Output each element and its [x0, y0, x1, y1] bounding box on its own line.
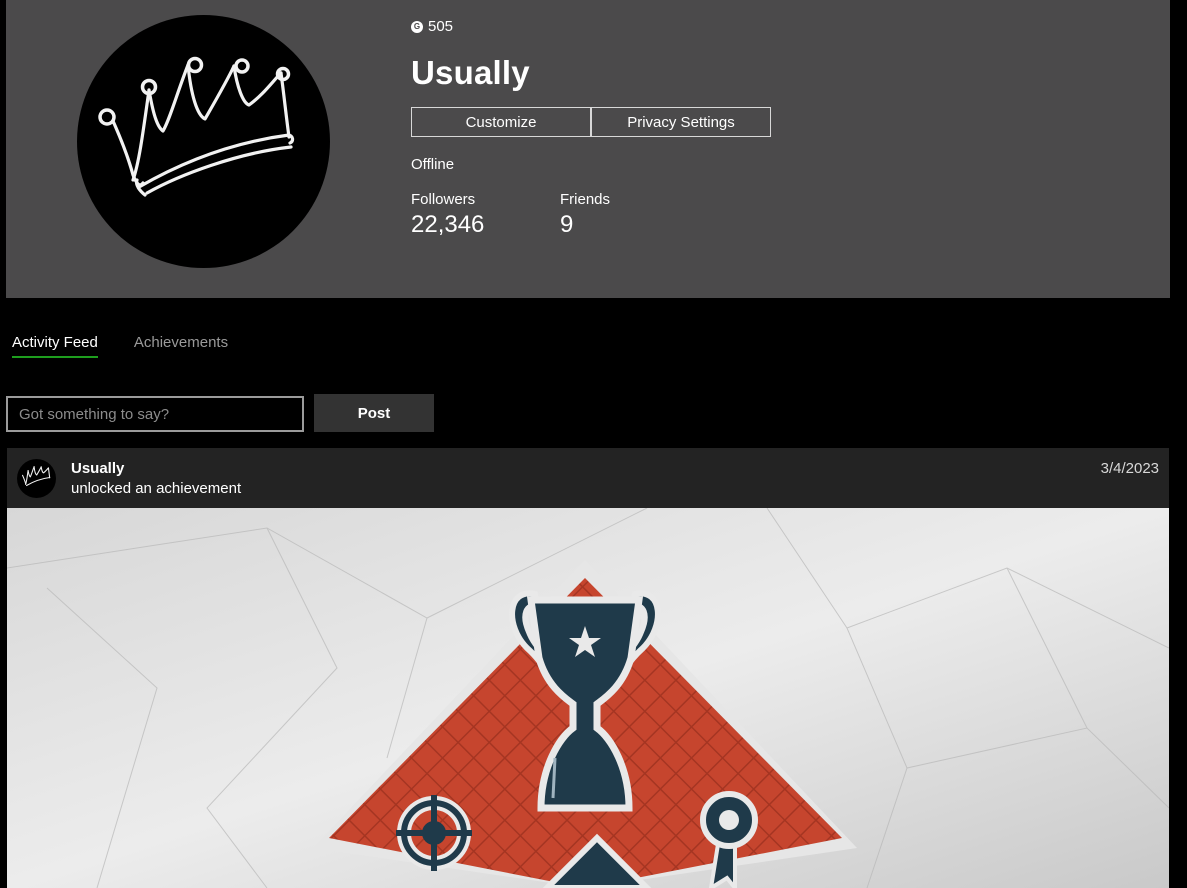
- privacy-settings-button[interactable]: Privacy Settings: [591, 107, 771, 137]
- profile-header: G 505 Usually Customize Privacy Settings…: [6, 0, 1170, 298]
- tab-achievements[interactable]: Achievements: [134, 334, 228, 358]
- feed-username[interactable]: Usually: [71, 460, 124, 477]
- feed-avatar[interactable]: [17, 459, 56, 498]
- achievement-image[interactable]: [7, 508, 1169, 888]
- crown-icon: [22, 466, 51, 487]
- presence-status: Offline: [411, 156, 455, 173]
- gamerscore-icon: G: [411, 20, 423, 33]
- customize-button[interactable]: Customize: [411, 107, 591, 137]
- post-button[interactable]: Post: [314, 394, 434, 432]
- gamerscore: G 505: [411, 18, 453, 35]
- feed-item[interactable]: Usually unlocked an achievement 3/4/2023: [7, 448, 1169, 888]
- profile-avatar: [77, 15, 330, 268]
- friends-count[interactable]: 9: [560, 211, 573, 239]
- trophy-achievement-art: [7, 508, 1169, 888]
- crown-icon: [98, 56, 295, 197]
- friends-label[interactable]: Friends: [560, 191, 610, 208]
- followers-label[interactable]: Followers: [411, 191, 475, 208]
- followers-count[interactable]: 22,346: [411, 211, 484, 239]
- post-input[interactable]: [6, 396, 304, 432]
- gamertag: Usually: [411, 54, 530, 91]
- tab-activity-feed[interactable]: Activity Feed: [12, 334, 98, 358]
- gamerscore-value: 505: [428, 18, 454, 35]
- feed-date: 3/4/2023: [1100, 460, 1159, 477]
- feed-action-text: unlocked an achievement: [71, 480, 242, 497]
- profile-tabs: Activity Feed Achievements: [12, 334, 264, 358]
